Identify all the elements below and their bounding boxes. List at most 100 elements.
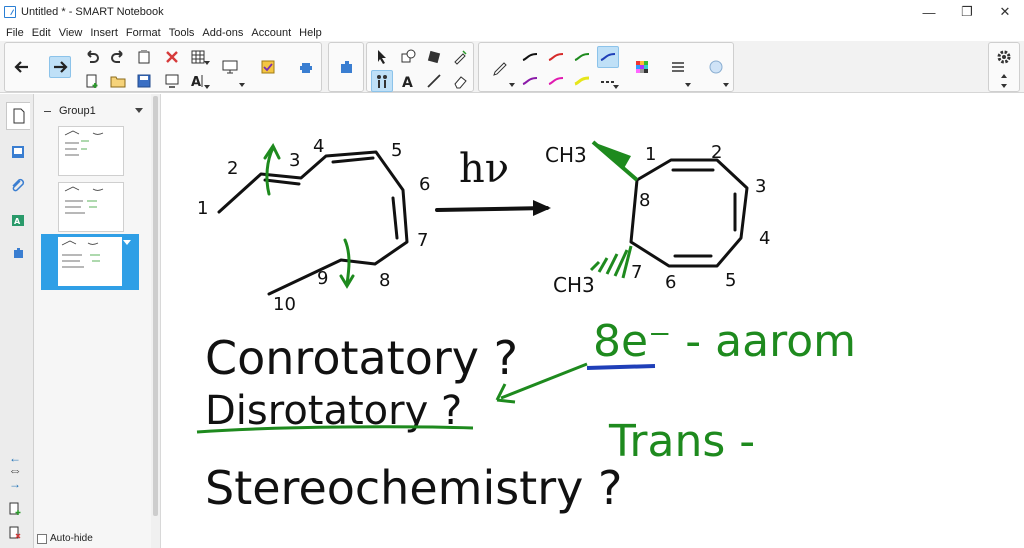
whiteboard-canvas[interactable]: 1 2 3 4 5 6 7 8 9 10 hν CH3 CH3 1 2 3 4 …	[160, 94, 1024, 548]
redo-icon[interactable]	[107, 46, 129, 68]
delete-icon[interactable]	[161, 46, 183, 68]
pen-blue-icon[interactable]	[597, 46, 619, 68]
toolbar-group-pen-styles	[478, 42, 734, 92]
atom-number: 9	[317, 268, 328, 289]
toolbar-group-pages: A	[4, 42, 322, 92]
auto-hide-checkbox[interactable]	[37, 533, 47, 544]
gallery-icon[interactable]	[335, 56, 357, 78]
menu-view[interactable]: View	[55, 27, 87, 39]
auto-hide-option[interactable]: Auto-hide	[37, 533, 93, 544]
text-insert-icon[interactable]: A	[397, 70, 419, 92]
pen-tool-icon[interactable]	[371, 70, 393, 92]
question-stereochemistry: Stereochemistry ?	[205, 461, 622, 515]
activity-builder-icon[interactable]	[257, 56, 279, 78]
table-dropdown-icon[interactable]	[204, 61, 210, 65]
electron-underline	[586, 364, 656, 370]
menu-file[interactable]: File	[2, 27, 28, 39]
eraser-icon[interactable]	[449, 70, 471, 92]
page-menu-icon[interactable]	[123, 240, 131, 245]
collapse-group-icon[interactable]	[44, 110, 51, 112]
add-page-icon[interactable]	[81, 70, 103, 92]
minimize-button[interactable]: —	[910, 0, 948, 24]
text-dropdown-icon[interactable]	[204, 85, 210, 89]
atom-number: 2	[711, 142, 722, 163]
maximize-button[interactable]: ❐	[948, 0, 986, 24]
pen-red-icon[interactable]	[545, 46, 567, 68]
title-bar: Untitled * - SMART Notebook — ❐ ✕	[0, 0, 1024, 24]
pen-black-icon[interactable]	[519, 46, 541, 68]
atom-number: 2	[227, 158, 238, 179]
pen-type-dropdown-icon[interactable]	[509, 83, 515, 87]
atom-number: 5	[725, 270, 736, 291]
undo-icon[interactable]	[81, 46, 103, 68]
add-page-small-icon[interactable]	[9, 502, 21, 519]
open-file-icon[interactable]	[107, 70, 129, 92]
select-tool-icon[interactable]	[371, 46, 393, 68]
rotation-arrows	[263, 143, 355, 289]
page-panel-scroll-thumb[interactable]	[153, 96, 158, 516]
attachments-tab[interactable]	[6, 172, 30, 200]
pen-magenta-icon[interactable]	[545, 70, 567, 92]
note-trans: Trans -	[608, 416, 755, 467]
hashed-wedge	[589, 245, 633, 279]
menu-tools[interactable]: Tools	[165, 27, 199, 39]
pen-icon[interactable]	[489, 56, 511, 78]
menu-insert[interactable]: Insert	[86, 27, 122, 39]
fill-effects-icon[interactable]	[705, 56, 727, 78]
display-dropdown-icon[interactable]	[239, 83, 245, 87]
pen-green-icon[interactable]	[571, 46, 593, 68]
menu-help[interactable]: Help	[295, 27, 326, 39]
next-page-icon[interactable]	[49, 56, 71, 78]
properties-tab[interactable]: A	[6, 206, 30, 234]
pen-style-dropdown-icon[interactable]	[613, 85, 619, 89]
delete-page-small-icon[interactable]	[9, 526, 21, 543]
move-sidebar-left-icon[interactable]: ←	[9, 451, 21, 465]
menu-edit[interactable]: Edit	[28, 27, 55, 39]
line-tool-icon[interactable]	[423, 70, 445, 92]
atom-number: 8	[639, 190, 650, 211]
page-sorter-tab[interactable]	[6, 102, 30, 130]
svg-text:A: A	[191, 75, 201, 90]
fill-effects-dropdown-icon[interactable]	[723, 83, 729, 87]
move-sidebar-right-icon[interactable]: →	[9, 477, 21, 491]
shape-tool-icon[interactable]	[397, 46, 419, 68]
paste-icon[interactable]	[133, 46, 155, 68]
methyl-top-label: CH3	[545, 143, 587, 167]
toolbar-group-gallery	[328, 42, 364, 92]
atom-number: 5	[391, 140, 402, 161]
previous-page-icon[interactable]	[11, 56, 33, 78]
menu-format[interactable]: Format	[122, 27, 165, 39]
magic-pen-icon[interactable]	[449, 46, 471, 68]
atom-number: 3	[289, 150, 300, 171]
gallery-tab-icon	[12, 146, 24, 158]
group-menu-icon[interactable]	[135, 108, 143, 113]
fill-tool-icon[interactable]	[423, 46, 445, 68]
questions: Conrotatory ? Disrotatory ? Stereochemis…	[196, 331, 622, 515]
page-thumbnail-2[interactable]	[58, 182, 124, 232]
highlighter-yellow-icon[interactable]	[571, 70, 593, 92]
page-thumbnail-3-selected[interactable]	[41, 234, 139, 290]
page-panel-scrollbar[interactable]	[151, 94, 160, 548]
auto-hide-label: Auto-hide	[50, 533, 93, 544]
add-ons-icon[interactable]	[295, 56, 317, 78]
page-thumbnail-1[interactable]	[58, 126, 124, 176]
display-icon[interactable]	[219, 56, 241, 78]
line-style-icon[interactable]	[667, 56, 689, 78]
product-substituents: CH3 CH3	[545, 140, 639, 297]
add-ons-tab[interactable]	[6, 240, 30, 268]
color-palette-icon[interactable]	[631, 56, 653, 78]
page-group-header[interactable]: Group1	[44, 104, 149, 118]
line-style-dropdown-icon[interactable]	[685, 83, 691, 87]
menu-add-ons[interactable]: Add-ons	[198, 27, 247, 39]
menu-account[interactable]: Account	[247, 27, 295, 39]
screen-shade-icon[interactable]	[161, 70, 183, 92]
page-thumbnail-1-preview	[64, 130, 104, 156]
move-toolbar-icon[interactable]	[993, 70, 1015, 92]
save-icon[interactable]	[133, 70, 155, 92]
gear-icon[interactable]	[993, 46, 1015, 68]
gallery-tab[interactable]	[6, 138, 30, 166]
answer-notes: 8e⁻ - aarom Trans -	[495, 316, 856, 467]
svg-text:A: A	[402, 75, 413, 90]
close-button[interactable]: ✕	[986, 0, 1024, 24]
pen-purple-icon[interactable]	[519, 70, 541, 92]
